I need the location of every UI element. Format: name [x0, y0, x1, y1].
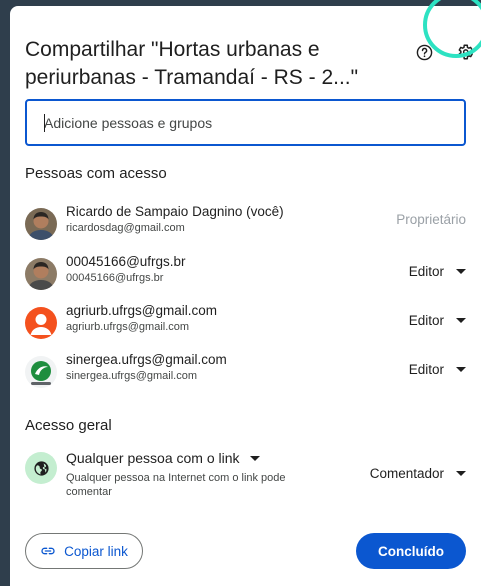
link-icon [41, 547, 55, 555]
share-dialog: Compartilhar "Hortas urbanas e periurban… [10, 6, 481, 586]
avatar [25, 208, 57, 240]
person-email: sinergea.ufrgs@gmail.com [66, 370, 197, 382]
role-text: Editor [408, 313, 444, 328]
person-name: 00045166@ufrgs.br [66, 254, 186, 269]
general-access-label: Acesso geral [25, 417, 112, 434]
add-people-field[interactable] [25, 99, 466, 146]
avatar [25, 307, 57, 339]
general-role-dropdown[interactable]: Comentador [370, 466, 466, 481]
person-email: 00045166@ufrgs.br [66, 272, 164, 284]
chevron-down-icon [456, 471, 466, 476]
role-text: Editor [408, 264, 444, 279]
general-access-selection: Qualquer pessoa com o link [66, 450, 240, 466]
gear-icon[interactable] [453, 40, 477, 64]
person-name: Ricardo de Sampaio Dagnino (você) [66, 204, 284, 219]
person-row: 00045166@ufrgs.br 00045166@ufrgs.br Edit… [25, 254, 466, 294]
add-people-input[interactable] [27, 101, 464, 144]
role-text: Proprietário [396, 212, 466, 227]
person-row: agriurb.ufrgs@gmail.com agriurb.ufrgs@gm… [25, 303, 466, 343]
role-text: Editor [408, 362, 444, 377]
globe-icon [25, 452, 57, 484]
person-name: agriurb.ufrgs@gmail.com [66, 303, 218, 318]
person-row: sinergea.ufrgs@gmail.com sinergea.ufrgs@… [25, 352, 466, 392]
copy-link-label: Copiar link [64, 543, 128, 559]
text-caret [44, 114, 45, 132]
chevron-down-icon [249, 455, 260, 461]
general-access-row: Qualquer pessoa com o link Qualquer pess… [25, 448, 466, 518]
person-email: ricardosdag@gmail.com [66, 222, 185, 234]
person-row-owner: Ricardo de Sampaio Dagnino (você) ricard… [25, 204, 466, 244]
chevron-down-icon [456, 367, 466, 372]
role-dropdown[interactable]: Editor [409, 264, 466, 279]
role-text: Comentador [369, 466, 444, 481]
avatar [25, 258, 57, 290]
chevron-down-icon [456, 269, 466, 274]
avatar [25, 356, 57, 388]
general-access-dropdown[interactable]: Qualquer pessoa com o link [66, 450, 260, 466]
done-button[interactable]: Concluído [356, 533, 466, 569]
general-access-description: Qualquer pessoa na Internet com o link p… [66, 472, 286, 498]
copy-link-button[interactable]: Copiar link [25, 533, 143, 569]
role-dropdown[interactable]: Editor [409, 362, 466, 377]
help-icon[interactable] [412, 40, 436, 64]
role-dropdown[interactable]: Editor [409, 313, 466, 328]
owner-role-label: Proprietário [396, 212, 466, 227]
people-section-label: Pessoas com acesso [25, 165, 167, 182]
chevron-down-icon [456, 318, 466, 323]
person-name: sinergea.ufrgs@gmail.com [66, 352, 227, 367]
person-email: agriurb.ufrgs@gmail.com [66, 321, 190, 333]
dialog-title: Compartilhar "Hortas urbanas e periurban… [25, 38, 359, 89]
